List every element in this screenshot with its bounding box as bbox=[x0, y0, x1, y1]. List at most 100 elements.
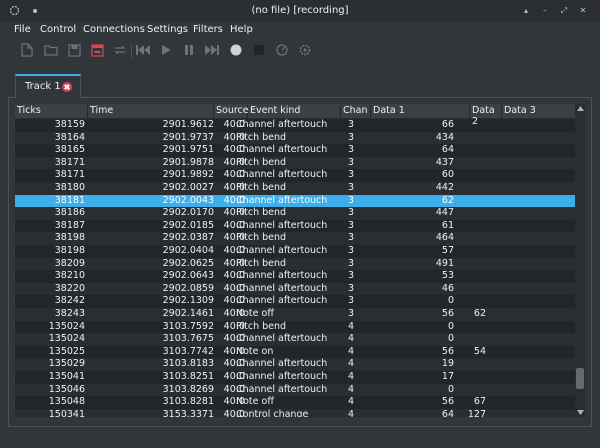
table-row[interactable]: 38210 2902.0643 40:0 Channel aftertouch 3 53 bbox=[15, 270, 575, 283]
table-row[interactable]: 38243 2902.1461 40:0 Note off 3 56 62 bbox=[15, 308, 575, 321]
cell-data-1: 64 bbox=[441, 144, 454, 156]
record-device-icon[interactable] bbox=[88, 41, 106, 59]
table-row[interactable]: 38171 2901.9892 40:0 Channel aftertouch 3 60 bbox=[15, 169, 575, 182]
table-row[interactable]: 135029 3103.8183 40:0 Channel aftertouch 4 19 bbox=[15, 358, 575, 371]
skip-back-icon[interactable] bbox=[134, 41, 152, 59]
maximize-button[interactable]: ⤢ bbox=[558, 5, 570, 17]
cell-chan: 4 bbox=[347, 408, 354, 417]
table-row[interactable]: 135024 3103.7592 40:0 Pitch bend 4 0 bbox=[15, 321, 575, 334]
table-row[interactable]: 38181 2902.0043 40:0 Channel aftertouch 3 62 bbox=[15, 194, 575, 208]
cell-event-kind: Channel aftertouch bbox=[236, 371, 328, 382]
menu-filters[interactable]: Filters bbox=[193, 24, 223, 35]
metronome-icon[interactable] bbox=[273, 41, 291, 59]
menu-connections[interactable]: Connections bbox=[83, 24, 145, 35]
new-file-icon[interactable] bbox=[18, 41, 36, 59]
skip-forward-icon[interactable] bbox=[203, 41, 221, 59]
cell-ticks: 135025 bbox=[48, 345, 85, 357]
cell-ticks: 38220 bbox=[54, 282, 85, 294]
scroll-down-arrow-icon[interactable] bbox=[575, 408, 585, 417]
cell-time: 3103.8183 bbox=[162, 358, 214, 370]
cell-data-1: 437 bbox=[435, 156, 454, 168]
table-row[interactable]: 38186 2902.0170 40:0 Pitch bend 3 447 bbox=[15, 207, 575, 220]
header-event-kind[interactable]: Event kind bbox=[248, 105, 341, 118]
cell-chan: 3 bbox=[347, 308, 354, 319]
table-row[interactable]: 38180 2902.0027 40:0 Pitch bend 3 442 bbox=[15, 182, 575, 195]
table-row[interactable]: 135048 3103.8281 40:0 Note off 4 56 67 bbox=[15, 396, 575, 409]
cell-data-2: 62 bbox=[473, 308, 486, 319]
save-icon[interactable] bbox=[65, 41, 83, 59]
cell-time: 2902.1309 bbox=[162, 295, 214, 307]
menu-file[interactable]: File bbox=[14, 24, 31, 35]
title-bar[interactable]: (no file) [recording] ▴ – ⤢ ✕ bbox=[0, 0, 600, 22]
cell-time: 2902.1461 bbox=[162, 308, 214, 319]
table-row[interactable]: 38209 2902.0625 40:0 Pitch bend 3 491 bbox=[15, 257, 575, 271]
table-row[interactable]: 150341 3153.3371 40:0 Control change 4 64 127 bbox=[15, 408, 575, 417]
cell-time: 3103.7675 bbox=[162, 333, 214, 345]
menu-help[interactable]: Help bbox=[230, 24, 253, 35]
cell-time: 2902.0859 bbox=[162, 282, 214, 294]
header-data-1[interactable]: Data 1 bbox=[371, 105, 470, 118]
table-row[interactable]: 38164 2901.9737 40:0 Pitch bend 3 434 bbox=[15, 131, 575, 145]
header-chan[interactable]: Chan bbox=[341, 105, 371, 118]
close-tab-icon[interactable] bbox=[62, 82, 72, 92]
cell-chan: 4 bbox=[347, 396, 354, 408]
scroll-up-arrow-icon[interactable] bbox=[575, 104, 585, 113]
cell-ticks: 38181 bbox=[54, 194, 85, 206]
header-time[interactable]: Time bbox=[88, 105, 214, 118]
table-row[interactable]: 38159 2901.9612 40:0 Channel aftertouch 3 66 bbox=[15, 119, 575, 132]
cell-chan: 3 bbox=[347, 182, 354, 193]
cell-data-1: 53 bbox=[441, 270, 454, 282]
table-row[interactable]: 38242 2902.1309 40:0 Channel aftertouch 3 0 bbox=[15, 295, 575, 308]
cell-chan: 3 bbox=[347, 245, 354, 256]
cell-time: 2902.0043 bbox=[162, 194, 214, 206]
cell-ticks: 150341 bbox=[48, 408, 85, 417]
cell-ticks: 38242 bbox=[54, 295, 85, 307]
scrollbar-thumb[interactable] bbox=[576, 368, 584, 389]
events-table[interactable]: Ticks Time Source Event kind Chan Data 1… bbox=[15, 104, 575, 417]
table-row[interactable]: 38171 2901.9878 40:0 Pitch bend 3 437 bbox=[15, 156, 575, 170]
cell-time: 3153.3371 bbox=[162, 408, 214, 417]
settings-icon[interactable] bbox=[296, 41, 314, 59]
record-icon[interactable] bbox=[227, 41, 245, 59]
table-row[interactable]: 135024 3103.7675 40:0 Channel aftertouch 4 0 bbox=[15, 333, 575, 346]
header-data-2[interactable]: Data 2 bbox=[470, 105, 502, 127]
loop-icon[interactable] bbox=[111, 41, 129, 59]
header-source[interactable]: Source bbox=[214, 105, 249, 118]
table-row[interactable]: 135025 3103.7742 40:0 Note on 4 56 54 bbox=[15, 346, 575, 359]
cell-event-kind: Note off bbox=[236, 396, 274, 408]
cell-event-kind: Channel aftertouch bbox=[236, 144, 328, 156]
open-folder-icon[interactable] bbox=[42, 41, 60, 59]
vertical-scrollbar[interactable] bbox=[575, 104, 585, 417]
table-row[interactable]: 135041 3103.8251 40:0 Channel aftertouch 4 17 bbox=[15, 371, 575, 384]
cell-chan: 4 bbox=[347, 333, 354, 345]
table-row[interactable]: 38165 2901.9751 40:0 Channel aftertouch 3 64 bbox=[15, 144, 575, 157]
table-row[interactable]: 135046 3103.8269 40:0 Channel aftertouch 4 0 bbox=[15, 383, 575, 397]
cell-data-2: 127 bbox=[467, 408, 486, 417]
cell-data-2: 67 bbox=[473, 396, 486, 408]
cell-data-1: 442 bbox=[435, 182, 454, 193]
cell-event-kind: Pitch bend bbox=[236, 320, 287, 332]
close-button[interactable]: ✕ bbox=[577, 5, 589, 17]
menu-control[interactable]: Control bbox=[40, 24, 76, 35]
menu-settings[interactable]: Settings bbox=[147, 24, 188, 35]
keep-above-button[interactable]: ▴ bbox=[520, 5, 532, 17]
cell-event-kind: Channel aftertouch bbox=[236, 358, 328, 370]
pause-icon[interactable] bbox=[180, 41, 198, 59]
minimize-button[interactable]: – bbox=[539, 5, 551, 17]
table-row[interactable]: 38187 2902.0185 40:0 Channel aftertouch 3 61 bbox=[15, 220, 575, 233]
table-row[interactable]: 38198 2902.0387 40:0 Pitch bend 3 464 bbox=[15, 232, 575, 245]
cell-ticks: 38243 bbox=[54, 308, 85, 319]
play-icon[interactable] bbox=[157, 41, 175, 59]
cell-ticks: 135024 bbox=[48, 333, 85, 345]
cell-event-kind: Channel aftertouch bbox=[236, 383, 328, 395]
header-data-3[interactable]: Data 3 bbox=[502, 105, 575, 118]
cell-data-1: 447 bbox=[435, 207, 454, 219]
cell-data-1: 464 bbox=[435, 232, 454, 244]
tab-track-1[interactable]: Track 1 bbox=[15, 74, 81, 98]
header-ticks[interactable]: Ticks bbox=[15, 105, 88, 118]
cell-event-kind: Channel aftertouch bbox=[236, 119, 328, 130]
table-row[interactable]: 38220 2902.0859 40:0 Channel aftertouch 3 46 bbox=[15, 282, 575, 296]
stop-icon[interactable] bbox=[250, 41, 268, 59]
table-row[interactable]: 38198 2902.0404 40:0 Channel aftertouch 3 57 bbox=[15, 245, 575, 258]
cell-ticks: 38187 bbox=[54, 219, 85, 231]
